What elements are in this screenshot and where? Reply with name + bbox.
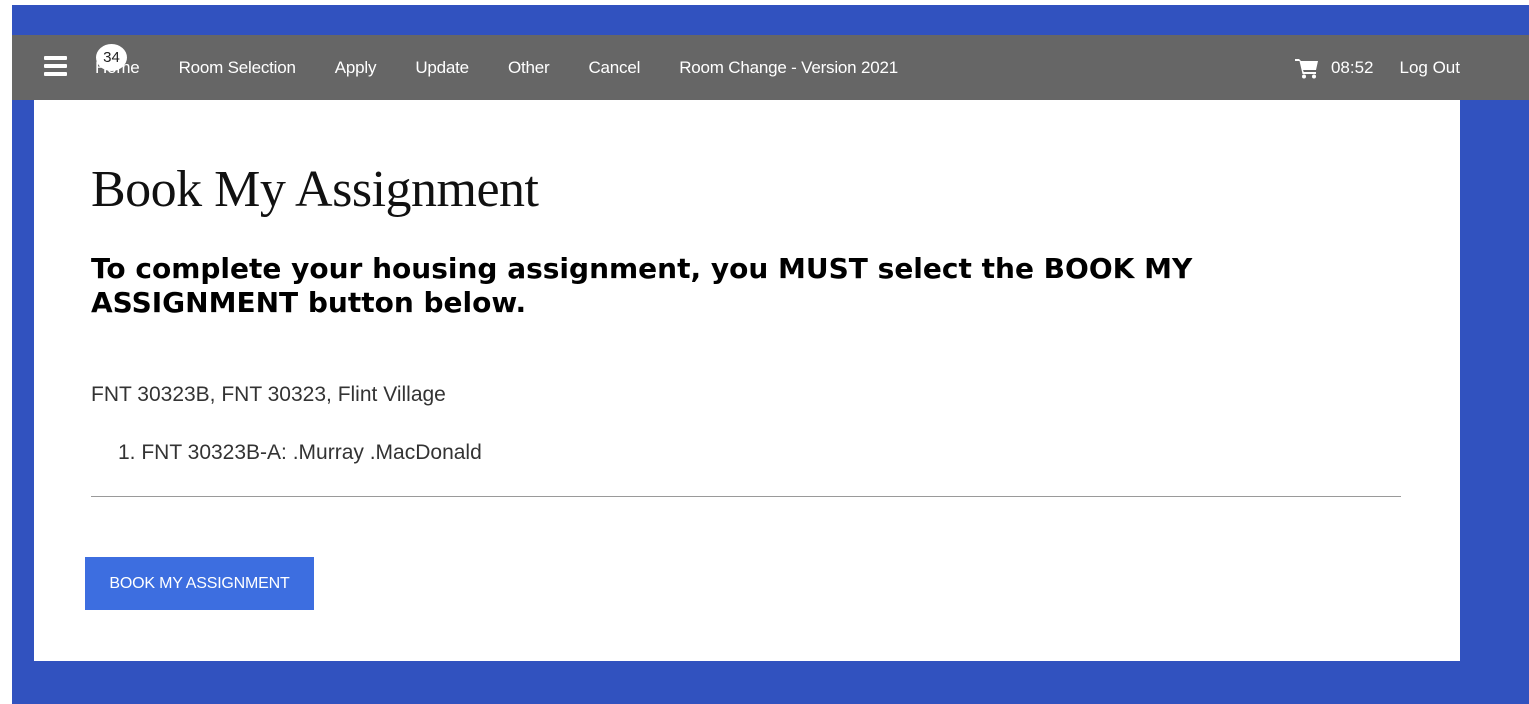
- hamburger-menu-icon[interactable]: 34: [44, 44, 127, 78]
- assignment-summary: FNT 30323B, FNT 30323, Flint Village: [91, 383, 446, 406]
- logout-link[interactable]: Log Out: [1400, 58, 1461, 78]
- nav-links: Home Room Selection Apply Update Other C…: [95, 35, 937, 100]
- occupant-text: FNT 30323B-A: .Murray .MacDonald: [141, 441, 482, 464]
- nav-link-room-change[interactable]: Room Change - Version 2021: [679, 58, 898, 78]
- occupant-number: 1.: [118, 441, 136, 464]
- nav-link-other[interactable]: Other: [508, 58, 550, 78]
- section-divider: [91, 496, 1401, 497]
- shopping-cart-icon[interactable]: [1294, 57, 1319, 79]
- nav-link-room-selection[interactable]: Room Selection: [179, 58, 296, 78]
- session-timer: 08:52: [1330, 57, 1374, 77]
- nav-link-cancel[interactable]: Cancel: [588, 58, 640, 78]
- nav-link-update[interactable]: Update: [415, 58, 469, 78]
- book-my-assignment-button[interactable]: BOOK MY ASSIGNMENT: [85, 557, 314, 610]
- nav-right-group: 08:52 Log Out: [1294, 35, 1461, 100]
- occupant-list: 1. FNT 30323B-A: .Murray .MacDonald: [118, 441, 482, 465]
- nav-link-home[interactable]: Home: [95, 58, 140, 78]
- main-content-panel: Book My Assignment To complete your hous…: [34, 100, 1460, 661]
- instruction-text: To complete your housing assignment, you…: [91, 252, 1193, 319]
- nav-link-apply[interactable]: Apply: [335, 58, 377, 78]
- top-navbar: 34 Home Room Selection Apply Update Othe…: [12, 35, 1529, 100]
- occupant-list-item: 1. FNT 30323B-A: .Murray .MacDonald: [118, 441, 482, 465]
- page-title: Book My Assignment: [91, 161, 539, 218]
